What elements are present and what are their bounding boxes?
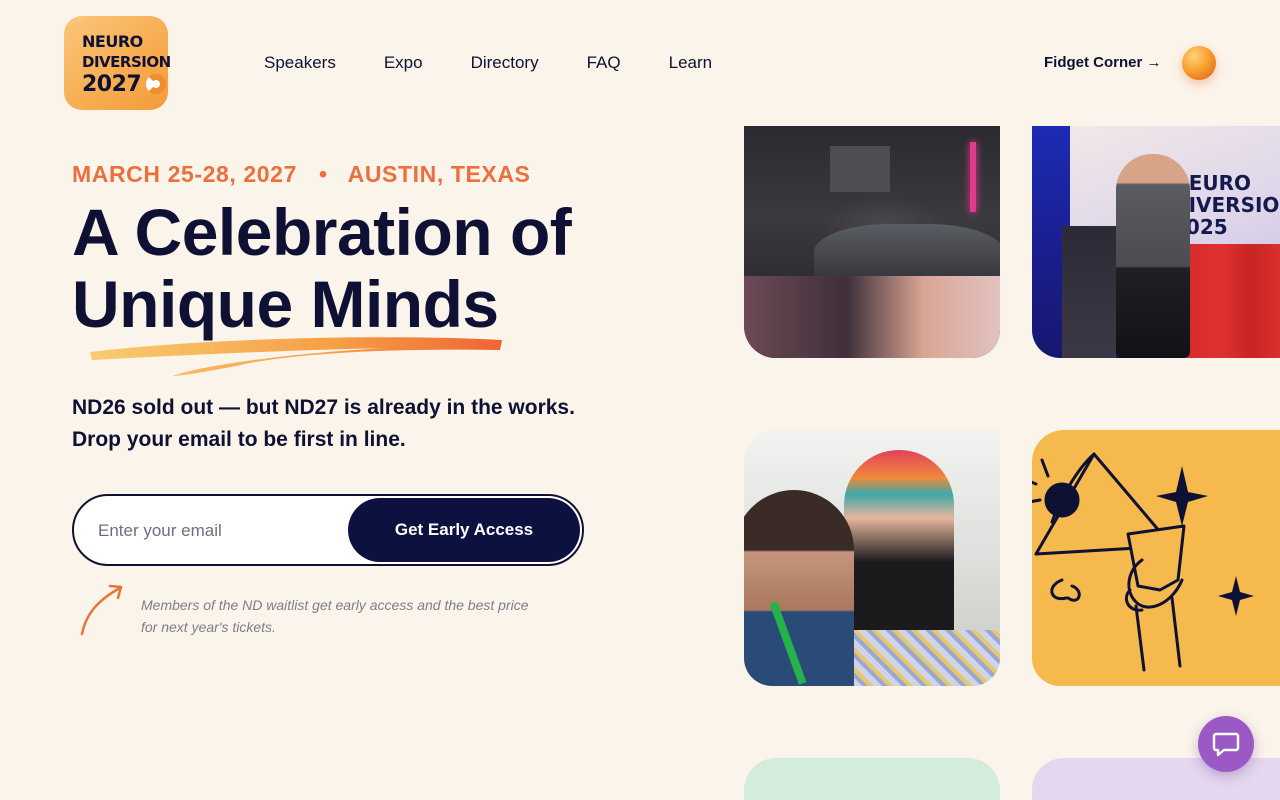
photo-crew bbox=[1182, 244, 1280, 358]
logo-dot-icon bbox=[146, 74, 166, 94]
photo-audience-tile bbox=[744, 126, 1000, 358]
mint-tile bbox=[744, 758, 1000, 800]
photo-table bbox=[834, 630, 1000, 686]
photo-neon-light bbox=[970, 142, 976, 212]
brush-underline-icon bbox=[90, 337, 502, 376]
email-input[interactable] bbox=[98, 516, 338, 546]
orb-icon[interactable] bbox=[1182, 46, 1216, 80]
note-line-1: Members of the ND waitlist get early acc… bbox=[141, 597, 529, 613]
photo-speaker-tile: NEURO DIVERSION 2025 bbox=[1032, 126, 1280, 358]
fidget-corner-link[interactable]: Fidget Corner → bbox=[1044, 52, 1162, 74]
nav-expo[interactable]: Expo bbox=[384, 52, 423, 74]
curved-arrow-icon bbox=[80, 584, 123, 636]
main-nav: Speakers Expo Directory FAQ Learn bbox=[264, 52, 760, 74]
chat-icon-glyph bbox=[1212, 732, 1240, 757]
separator-dot: • bbox=[318, 161, 328, 187]
get-early-access-button[interactable]: Get Early Access bbox=[348, 498, 580, 562]
megaphone-icon bbox=[1032, 452, 1254, 672]
note-line-2: for next year's tickets. bbox=[141, 619, 276, 635]
hero-subtitle: ND26 sold out — but ND27 is already in t… bbox=[72, 392, 672, 456]
photo-screen bbox=[830, 146, 890, 192]
logo-line-2: DIVERSION bbox=[82, 53, 171, 71]
nav-speakers[interactable]: Speakers bbox=[264, 52, 336, 74]
photo-flower-crown-attendee bbox=[844, 450, 954, 650]
megaphone-tile bbox=[1032, 430, 1280, 686]
event-location: AUSTIN, TEXAS bbox=[347, 161, 531, 187]
nav-directory[interactable]: Directory bbox=[471, 52, 539, 74]
photo-speaker bbox=[1116, 154, 1190, 358]
waitlist-note: Members of the ND waitlist get early acc… bbox=[141, 594, 591, 638]
photo-attendee-foreground bbox=[744, 490, 854, 686]
chat-bubble-icon[interactable] bbox=[1198, 716, 1254, 772]
nav-learn[interactable]: Learn bbox=[669, 52, 712, 74]
nav-faq[interactable]: FAQ bbox=[587, 52, 621, 74]
photo-attendee bbox=[1062, 226, 1116, 358]
event-date-location: MARCH 25-28, 2027 • AUSTIN, TEXAS bbox=[72, 160, 531, 188]
event-date: MARCH 25-28, 2027 bbox=[72, 161, 297, 187]
photo-crowd bbox=[744, 276, 1000, 358]
logo-line-1: NEURO bbox=[82, 32, 143, 51]
hero-headline: A Celebration of Unique Minds bbox=[72, 196, 672, 340]
photo-expo-tile bbox=[744, 430, 1000, 686]
subtitle-line-2: Drop your email to be first in line. bbox=[72, 428, 406, 451]
subtitle-line-1: ND26 sold out — but ND27 is already in t… bbox=[72, 396, 575, 419]
headline-line-1: A Celebration of bbox=[72, 195, 572, 269]
waitlist-form: Get Early Access bbox=[72, 494, 584, 566]
